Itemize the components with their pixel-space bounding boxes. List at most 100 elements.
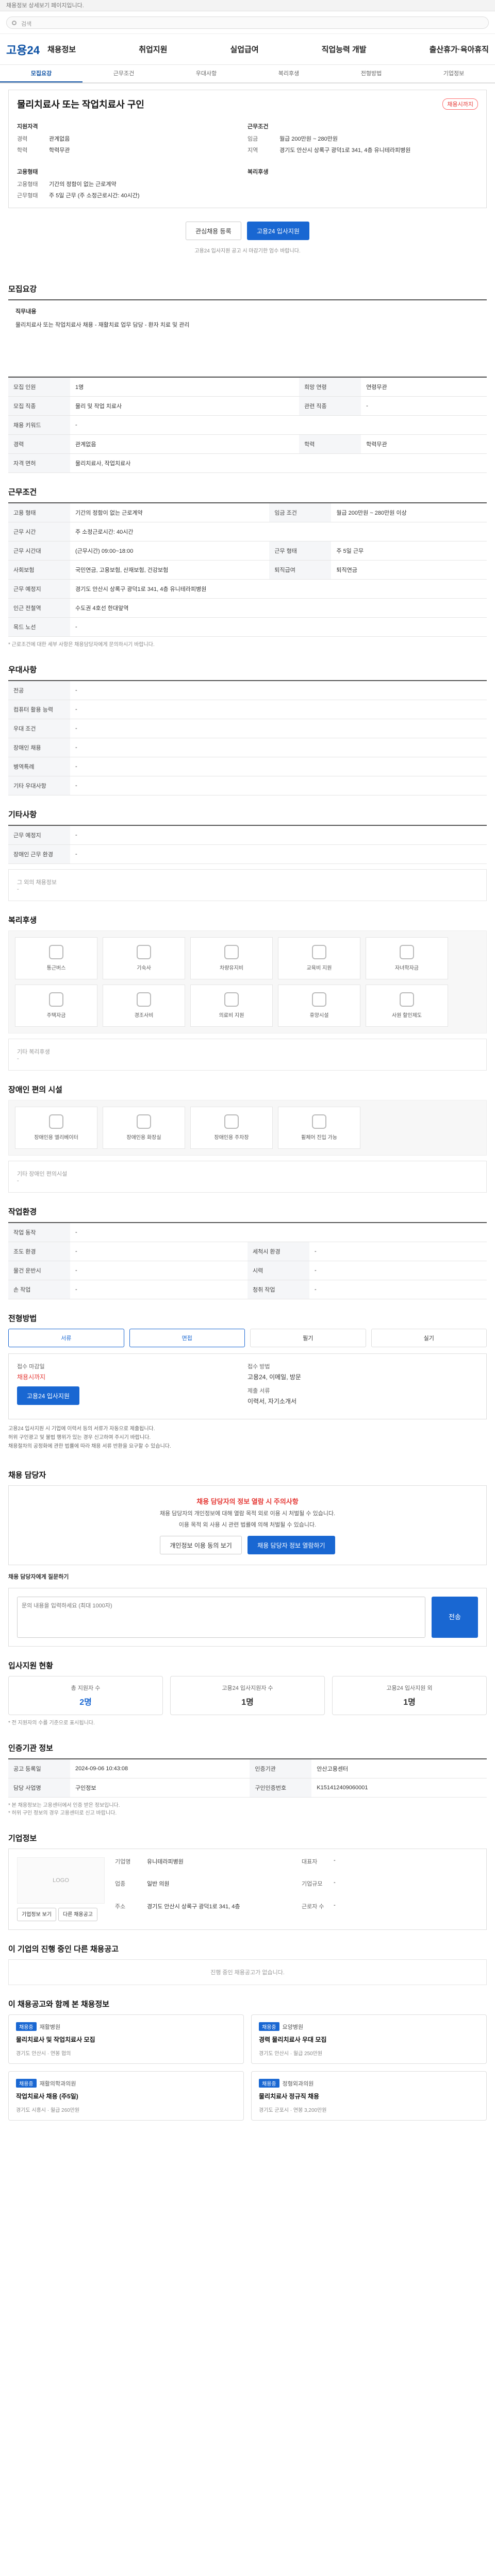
company-size-key: 기업규모 — [302, 1881, 323, 1888]
recommend-company: 요양병원 — [282, 2024, 304, 2030]
welfare-card: 교육비 지원 — [278, 937, 360, 979]
row-key-2: 퇴직급여 — [269, 560, 332, 580]
tab-item[interactable]: 우대사항 — [165, 65, 248, 82]
row-value: - — [70, 415, 487, 435]
contact-section: 채용 담당자 채용 담당자의 정보 열람 시 주의사항 채용 담당자의 개인정보… — [8, 1469, 487, 1647]
gnb-item[interactable]: 직업능력 개발 — [322, 44, 367, 55]
workenv-title: 작업환경 — [8, 1208, 37, 1216]
recommend-card[interactable]: 채용중 재활병원 물리치료사 및 작업치료사 모집 경기도 안산시 · 연봉 협의 — [8, 2014, 244, 2064]
table-row: 모집 직종 물리 및 작업 치료사 관련 직종 - — [8, 396, 487, 416]
gnb-item[interactable]: 채용정보 — [47, 44, 76, 55]
tab-item[interactable]: 모집요강 — [0, 65, 82, 82]
company-info-button[interactable]: 기업정보 보기 — [17, 1908, 56, 1921]
send-button[interactable]: 전송 — [432, 1597, 478, 1638]
table-row: 경력 관계없음 학력 학력무관 — [8, 434, 487, 454]
benefit-icon — [400, 992, 414, 1007]
row-key-2: 세척시 환경 — [248, 1242, 309, 1261]
method-value: 고용24, 이메일, 방문 — [248, 1374, 301, 1381]
row-key-2: 인증기관 — [250, 1759, 312, 1778]
applicant-stat-card: 총 지원자 수 2명 — [8, 1676, 163, 1715]
search-bar: 검색 — [0, 11, 495, 34]
row-value-2: 주 5일 근무 — [331, 541, 487, 561]
recommend-job-title[interactable]: 물리치료사 및 작업치료사 모집 — [16, 2035, 236, 2044]
contact-alert-msg2: 이용 목적 외 사용 시 관련 법률에 의해 처벌될 수 있습니다. — [178, 1522, 317, 1528]
recommend-meta: 경기도 시흥시 · 월급 260만원 — [16, 2108, 80, 2113]
welfare-card: 사원 할인제도 — [366, 985, 448, 1027]
row-key: 우대 조건 — [8, 719, 70, 738]
workenv-section: 작업환경 작업 동작 - 조도 환경 - 세척시 환경 - 물건 운반시 - 시력 - 손 작업 - 청… — [8, 1206, 487, 1299]
tab-item[interactable]: 전형방법 — [330, 65, 412, 82]
recommend-card[interactable]: 채용중 재활의학과의원 작업치료사 채용 (주5일) 경기도 시흥시 · 월급 260… — [8, 2071, 244, 2121]
row-value: - — [70, 757, 487, 776]
career-value: 관계없음 — [49, 136, 70, 142]
benefit-icon — [312, 945, 326, 959]
gnb-item[interactable]: 실업급여 — [230, 44, 258, 55]
tab-item[interactable]: 기업정보 — [412, 65, 495, 82]
row-key: 근무 시간대 — [8, 541, 70, 561]
address-value: 경기도 안산시 상록구 광덕1로 341, 4층 — [147, 1903, 240, 1910]
row-value: 경기도 안산시 상록구 광덕1로 341, 4층 유니테라피병원 — [70, 579, 487, 599]
etc-section: 기타사항 근무 예정지 - 장애인 근무 환경 - 그 외의 채용정보 - — [8, 809, 487, 901]
docs-key: 제출 서류 — [248, 1388, 270, 1394]
question-input[interactable] — [17, 1597, 425, 1638]
wage-key: 임금 — [248, 136, 258, 142]
privacy-consent-button[interactable]: 개인정보 이용 동의 보기 — [160, 1536, 242, 1554]
deadline-key: 접수 마감일 — [17, 1364, 45, 1370]
apply-info-box: 접수 마감일 채용시까지 고용24 입사지원 접수 방법 고용24, 이메일, … — [8, 1353, 487, 1419]
welfare-card-label: 통근버스 — [46, 965, 66, 971]
row-key: 장애인 근무 환경 — [8, 844, 70, 864]
recommend-job-title[interactable]: 경력 물리치료사 우대 모집 — [259, 2035, 479, 2044]
applicant-stat-card: 고용24 입사지원자 수 1명 — [170, 1676, 325, 1715]
company-details: 기업명 유니테라피병원 대표자 - 업종 일반 의원 기업규모 - 주소 경기도 안산시 … — [115, 1857, 478, 1921]
tab-item[interactable]: 근무조건 — [82, 65, 165, 82]
company-logo: LOGO — [17, 1857, 105, 1904]
row-value: 수도권 4호선 한대앞역 — [70, 598, 487, 618]
row-value: 관계없음 — [70, 434, 300, 454]
disability-other-value: - — [17, 1178, 19, 1184]
row-value-2: 학력무관 — [361, 434, 487, 454]
action-area: 관심채용 등록 고용24 입사지원 고용24 입사지원 공고 시 마감기한 엄수… — [8, 208, 487, 270]
apply-button[interactable]: 고용24 입사지원 — [246, 222, 309, 240]
welfare-other-box: 기타 복리후생 - — [8, 1039, 487, 1071]
region-value: 경기도 안산시 상록구 광덕1로 341, 4층 유니테라피병원 — [279, 147, 411, 154]
search-input[interactable]: 검색 — [6, 16, 489, 29]
process-note-item: 허위 구인광고 및 불법 행위가 있는 경우 신고하여 주시기 바랍니다. — [8, 1435, 151, 1440]
row-value: 2024-09-06 10:43:08 — [70, 1759, 250, 1778]
process-method-0: 서류 — [8, 1329, 124, 1347]
row-value: - — [70, 738, 487, 757]
recommend-job-title[interactable]: 물리치료사 정규직 채용 — [259, 2092, 479, 2100]
table-row: 전공 - — [8, 681, 487, 700]
method-key: 접수 방법 — [248, 1364, 270, 1370]
row-key: 근무 시간 — [8, 522, 70, 541]
applicants-note: * 전 지원자의 수를 기준으로 표시됩니다. — [8, 1720, 95, 1726]
site-logo[interactable]: 고용24 — [6, 41, 42, 58]
gnb-item[interactable]: 취업지원 — [139, 44, 167, 55]
add-favorite-button[interactable]: 관심채용 등록 — [186, 222, 241, 240]
employment-label: 고용형태 — [17, 169, 38, 175]
table-row: 우대 조건 - — [8, 719, 487, 738]
info-note-item: * 본 채용정보는 고용센터에서 인증 받은 정보입니다. — [8, 1803, 120, 1808]
recommend-card[interactable]: 채용중 정형외과의원 물리치료사 정규직 채용 경기도 군포시 · 연봉 3,200만… — [251, 2071, 487, 2121]
recommend-job-title[interactable]: 작업치료사 채용 (주5일) — [16, 2092, 236, 2100]
gnb-menu: 채용정보 취업지원 실업급여 직업능력 개발 출산휴가·육아휴직 — [47, 44, 489, 55]
question-form: 전송 — [8, 1588, 487, 1647]
recommend-badge: 채용중 — [259, 2079, 279, 2088]
process-apply-button[interactable]: 고용24 입사지원 — [17, 1386, 79, 1405]
deadline-badge: 채용시까지 — [442, 98, 478, 110]
conditions-label: 근무조건 — [248, 124, 269, 130]
view-contact-button[interactable]: 채용 담당자 정보 열람하기 — [248, 1536, 335, 1554]
process-method-1: 면접 — [129, 1329, 245, 1347]
gnb-item[interactable]: 출산휴가·육아휴직 — [430, 44, 489, 55]
benefit-icon — [400, 945, 414, 959]
row-key: 근무 예정지 — [8, 825, 70, 845]
process-note-item: 고용24 입사지원 시 기업에 이력서 등의 서류가 자동으로 제출됩니다. — [8, 1426, 155, 1432]
career-key: 경력 — [17, 136, 28, 142]
recommend-card[interactable]: 채용중 요양병원 경력 물리치료사 우대 모집 경기도 안산시 · 월급 250만원 — [251, 2014, 487, 2064]
welfare-card: 주택자금 — [15, 985, 97, 1027]
etc-table: 근무 예정지 - 장애인 근무 환경 - — [8, 825, 487, 864]
tab-item[interactable]: 복리후생 — [248, 65, 330, 82]
company-jobs-button[interactable]: 다른 채용공고 — [58, 1908, 97, 1921]
applicant-stat-card: 고용24 입사지원 외 1명 — [332, 1676, 487, 1715]
table-row: 목드 노선 - — [8, 617, 487, 637]
row-value-2: 연령무관 — [361, 377, 487, 397]
